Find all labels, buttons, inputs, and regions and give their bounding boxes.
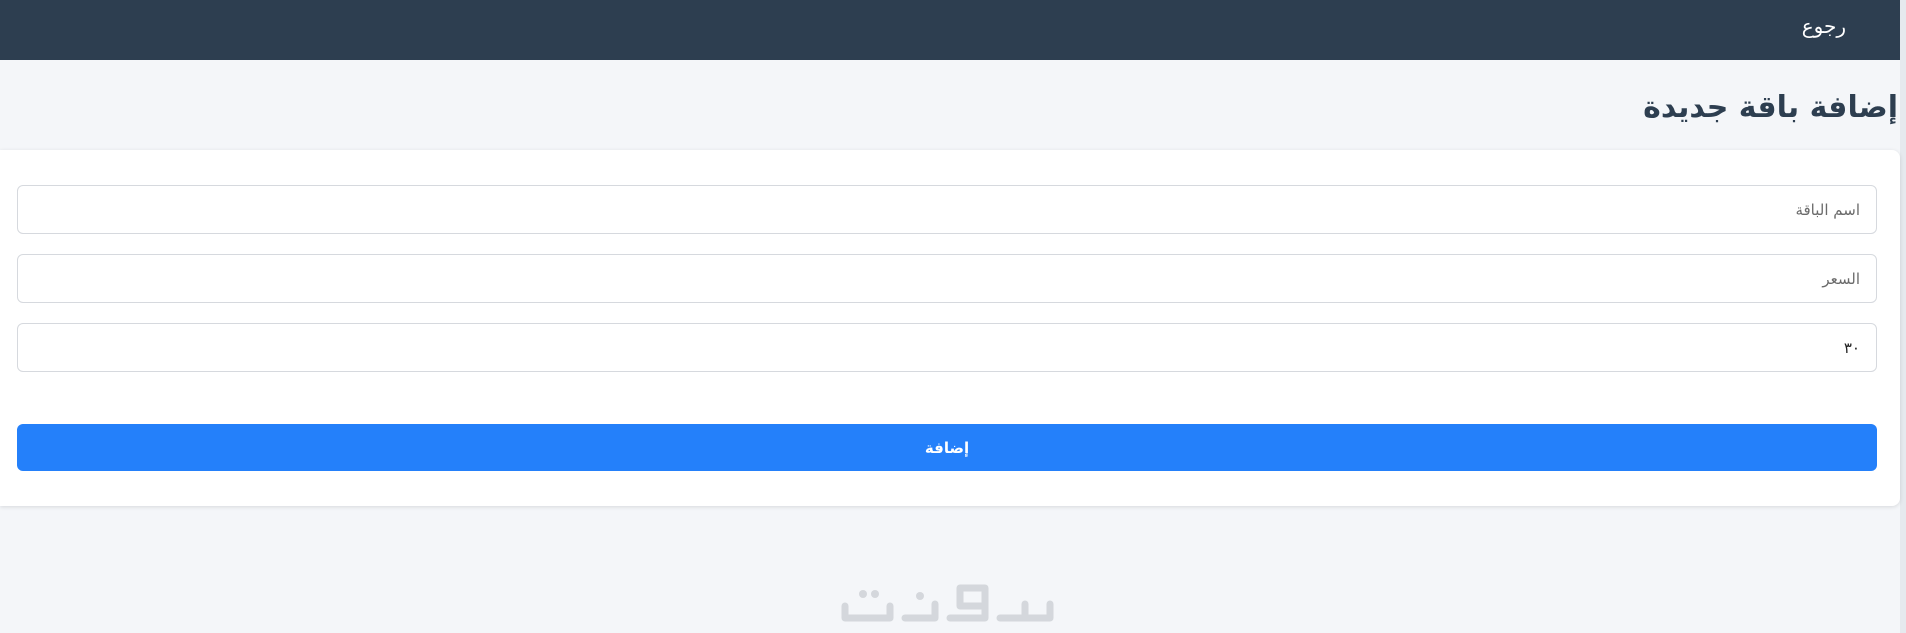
package-name-input[interactable] [17,185,1877,234]
page-scroll-edge [1900,0,1906,633]
khamsat-logo-watermark [841,584,1054,622]
page-title: إضافة باقة جديدة [1643,90,1898,125]
price-input[interactable] [17,254,1877,303]
back-link[interactable]: رجوع [1802,14,1846,38]
top-navbar: رجوع [0,0,1906,60]
add-button[interactable]: إضافة [17,424,1877,471]
add-package-form: إضافة [0,150,1900,506]
duration-input[interactable] [17,323,1877,372]
